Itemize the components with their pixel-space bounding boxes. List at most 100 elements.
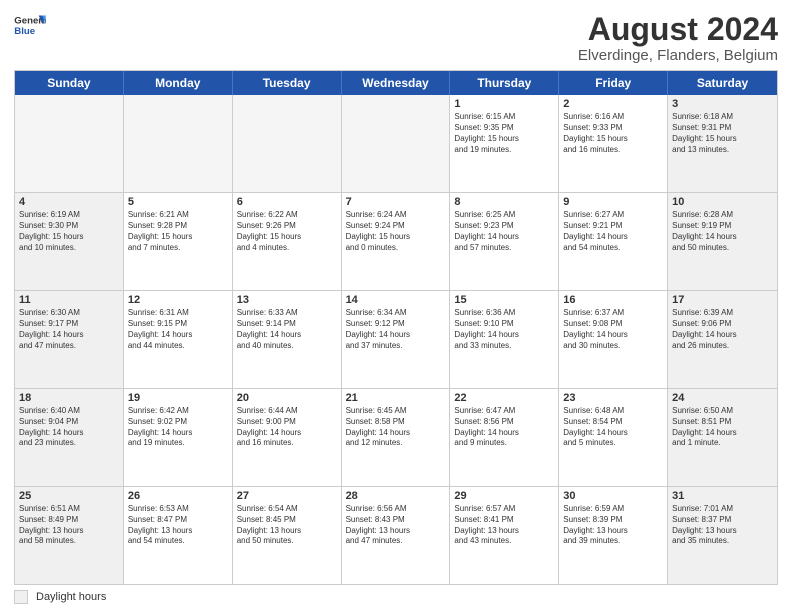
day-info: Sunrise: 6:39 AM Sunset: 9:06 PM Dayligh… [672, 308, 773, 351]
calendar-week-4: 18 Sunrise: 6:40 AM Sunset: 9:04 PM Dayli… [15, 388, 777, 486]
svg-text:Blue: Blue [14, 26, 35, 37]
calendar-day-12: 12 Sunrise: 6:31 AM Sunset: 9:15 PM Dayli… [124, 291, 233, 388]
day-info: Sunrise: 6:57 AM Sunset: 8:41 PM Dayligh… [454, 504, 554, 547]
day-number: 11 [19, 294, 119, 306]
day-info: Sunrise: 6:37 AM Sunset: 9:08 PM Dayligh… [563, 308, 663, 351]
calendar-day-6: 6 Sunrise: 6:22 AM Sunset: 9:26 PM Daylig… [233, 193, 342, 290]
calendar-day-31: 31Sunrise: 7:01 AM Sunset: 8:37 PM Dayli… [668, 487, 777, 584]
day-number: 20 [237, 392, 337, 404]
day-info: Sunrise: 6:48 AM Sunset: 8:54 PM Dayligh… [563, 406, 663, 449]
daylight-legend-label: Daylight hours [36, 591, 106, 603]
calendar-header-monday: Monday [124, 71, 233, 95]
day-info: Sunrise: 6:16 AM Sunset: 9:33 PM Dayligh… [563, 112, 663, 155]
day-number: 14 [346, 294, 446, 306]
empty-cell [15, 95, 124, 192]
day-number: 2 [563, 98, 663, 110]
day-info: Sunrise: 6:18 AM Sunset: 9:31 PM Dayligh… [672, 112, 773, 155]
day-info: Sunrise: 6:30 AM Sunset: 9:17 PM Dayligh… [19, 308, 119, 351]
calendar-week-2: 4 Sunrise: 6:19 AM Sunset: 9:30 PM Daylig… [15, 192, 777, 290]
calendar-day-26: 26 Sunrise: 6:53 AM Sunset: 8:47 PM Dayli… [124, 487, 233, 584]
day-info: Sunrise: 6:25 AM Sunset: 9:23 PM Dayligh… [454, 210, 554, 253]
day-number: 23 [563, 392, 663, 404]
day-info: Sunrise: 6:44 AM Sunset: 9:00 PM Dayligh… [237, 406, 337, 449]
calendar-day-9: 9Sunrise: 6:27 AM Sunset: 9:21 PM Daylig… [559, 193, 668, 290]
logo: General Blue [14, 12, 46, 40]
day-number: 12 [128, 294, 228, 306]
day-number: 29 [454, 490, 554, 502]
day-info: Sunrise: 6:19 AM Sunset: 9:30 PM Dayligh… [19, 210, 119, 253]
day-info: Sunrise: 6:24 AM Sunset: 9:24 PM Dayligh… [346, 210, 446, 253]
footer: Daylight hours [14, 590, 778, 604]
empty-cell [124, 95, 233, 192]
day-number: 4 [19, 196, 119, 208]
day-number: 21 [346, 392, 446, 404]
calendar-header-friday: Friday [559, 71, 668, 95]
day-info: Sunrise: 6:22 AM Sunset: 9:26 PM Dayligh… [237, 210, 337, 253]
day-info: Sunrise: 6:31 AM Sunset: 9:15 PM Dayligh… [128, 308, 228, 351]
month-year: August 2024 [578, 12, 778, 47]
calendar-day-22: 22Sunrise: 6:47 AM Sunset: 8:56 PM Dayli… [450, 389, 559, 486]
empty-cell [233, 95, 342, 192]
calendar-day-18: 18 Sunrise: 6:40 AM Sunset: 9:04 PM Dayli… [15, 389, 124, 486]
day-number: 28 [346, 490, 446, 502]
day-number: 6 [237, 196, 337, 208]
calendar-header-wednesday: Wednesday [342, 71, 451, 95]
day-number: 8 [454, 196, 554, 208]
day-number: 10 [672, 196, 773, 208]
title-block: August 2024 Elverdinge, Flanders, Belgiu… [578, 12, 778, 64]
calendar-day-5: 5Sunrise: 6:21 AM Sunset: 9:28 PM Daylig… [124, 193, 233, 290]
day-info: Sunrise: 6:42 AM Sunset: 9:02 PM Dayligh… [128, 406, 228, 449]
day-number: 22 [454, 392, 554, 404]
day-number: 18 [19, 392, 119, 404]
header: General Blue August 2024 Elverdinge, Fla… [14, 12, 778, 64]
calendar-day-28: 28 Sunrise: 6:56 AM Sunset: 8:43 PM Dayli… [342, 487, 451, 584]
day-number: 16 [563, 294, 663, 306]
calendar-day-16: 16 Sunrise: 6:37 AM Sunset: 9:08 PM Dayli… [559, 291, 668, 388]
day-info: Sunrise: 6:34 AM Sunset: 9:12 PM Dayligh… [346, 308, 446, 351]
calendar-day-14: 14 Sunrise: 6:34 AM Sunset: 9:12 PM Dayli… [342, 291, 451, 388]
calendar-day-3: 3 Sunrise: 6:18 AM Sunset: 9:31 PM Daylig… [668, 95, 777, 192]
day-info: Sunrise: 6:45 AM Sunset: 8:58 PM Dayligh… [346, 406, 446, 449]
day-number: 3 [672, 98, 773, 110]
calendar-day-10: 10 Sunrise: 6:28 AM Sunset: 9:19 PM Dayli… [668, 193, 777, 290]
day-number: 1 [454, 98, 554, 110]
calendar-day-20: 20 Sunrise: 6:44 AM Sunset: 9:00 PM Dayli… [233, 389, 342, 486]
calendar-day-30: 30 Sunrise: 6:59 AM Sunset: 8:39 PM Dayli… [559, 487, 668, 584]
day-info: Sunrise: 6:53 AM Sunset: 8:47 PM Dayligh… [128, 504, 228, 547]
calendar-day-2: 2 Sunrise: 6:16 AM Sunset: 9:33 PM Daylig… [559, 95, 668, 192]
day-info: Sunrise: 6:27 AM Sunset: 9:21 PM Dayligh… [563, 210, 663, 253]
calendar-day-29: 29 Sunrise: 6:57 AM Sunset: 8:41 PM Dayli… [450, 487, 559, 584]
calendar-week-3: 11 Sunrise: 6:30 AM Sunset: 9:17 PM Dayli… [15, 290, 777, 388]
calendar-day-24: 24 Sunrise: 6:50 AM Sunset: 8:51 PM Dayli… [668, 389, 777, 486]
day-info: Sunrise: 6:56 AM Sunset: 8:43 PM Dayligh… [346, 504, 446, 547]
calendar-day-8: 8 Sunrise: 6:25 AM Sunset: 9:23 PM Daylig… [450, 193, 559, 290]
calendar-week-5: 25Sunrise: 6:51 AM Sunset: 8:49 PM Dayli… [15, 486, 777, 584]
day-number: 25 [19, 490, 119, 502]
day-info: Sunrise: 6:40 AM Sunset: 9:04 PM Dayligh… [19, 406, 119, 449]
day-number: 7 [346, 196, 446, 208]
day-info: Sunrise: 6:59 AM Sunset: 8:39 PM Dayligh… [563, 504, 663, 547]
calendar-body: 1Sunrise: 6:15 AM Sunset: 9:35 PM Daylig… [15, 95, 777, 584]
calendar-day-7: 7 Sunrise: 6:24 AM Sunset: 9:24 PM Daylig… [342, 193, 451, 290]
calendar-header-tuesday: Tuesday [233, 71, 342, 95]
day-number: 27 [237, 490, 337, 502]
day-number: 13 [237, 294, 337, 306]
day-number: 5 [128, 196, 228, 208]
calendar-day-15: 15Sunrise: 6:36 AM Sunset: 9:10 PM Dayli… [450, 291, 559, 388]
calendar-day-21: 21 Sunrise: 6:45 AM Sunset: 8:58 PM Dayli… [342, 389, 451, 486]
day-number: 15 [454, 294, 554, 306]
calendar-day-25: 25Sunrise: 6:51 AM Sunset: 8:49 PM Dayli… [15, 487, 124, 584]
day-number: 26 [128, 490, 228, 502]
location: Elverdinge, Flanders, Belgium [578, 47, 778, 64]
day-number: 30 [563, 490, 663, 502]
day-number: 24 [672, 392, 773, 404]
calendar-day-19: 19Sunrise: 6:42 AM Sunset: 9:02 PM Dayli… [124, 389, 233, 486]
calendar-header-thursday: Thursday [450, 71, 559, 95]
day-info: Sunrise: 6:28 AM Sunset: 9:19 PM Dayligh… [672, 210, 773, 253]
calendar-day-1: 1Sunrise: 6:15 AM Sunset: 9:35 PM Daylig… [450, 95, 559, 192]
calendar-day-27: 27Sunrise: 6:54 AM Sunset: 8:45 PM Dayli… [233, 487, 342, 584]
calendar-header-sunday: Sunday [15, 71, 124, 95]
day-info: Sunrise: 6:50 AM Sunset: 8:51 PM Dayligh… [672, 406, 773, 449]
day-info: Sunrise: 6:33 AM Sunset: 9:14 PM Dayligh… [237, 308, 337, 351]
calendar-day-13: 13 Sunrise: 6:33 AM Sunset: 9:14 PM Dayli… [233, 291, 342, 388]
